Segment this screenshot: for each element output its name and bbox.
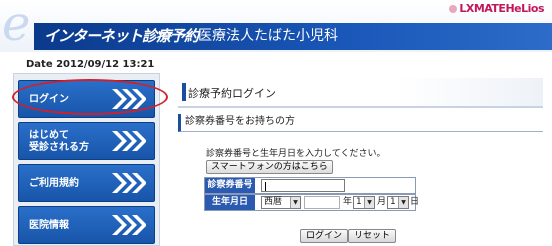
text-caret: [265, 182, 266, 191]
day-select[interactable]: 1 ▼: [387, 196, 409, 209]
day-select-value: 1: [390, 197, 396, 207]
reset-button[interactable]: リセット: [348, 229, 397, 243]
dropdown-arrow-icon: ▼: [398, 197, 408, 208]
dropdown-arrow-icon: ▼: [364, 197, 374, 208]
month-unit: 月: [377, 197, 387, 207]
sidebar-item-label: ログイン: [29, 94, 69, 105]
sidebar: Date 2012/09/12 13:21 ログイン はじめて 受診される方 ご…: [13, 53, 160, 246]
dob-row: 生年月日 西暦 ▼ 年 1 ▼ 月 1 ▼ 日: [204, 194, 420, 211]
header: e インターネット診療予約 医療法人たばた小児科 LXMATEHeLios: [0, 0, 552, 52]
brand-text: LXMATEHeLios: [459, 2, 544, 15]
dropdown-arrow-icon: ▼: [290, 197, 300, 208]
day-unit: 日: [410, 197, 420, 207]
page-title: 診療予約ログイン: [188, 87, 276, 100]
era-select-value: 西暦: [264, 197, 283, 207]
sidebar-item-label-line2: 受診される方: [29, 142, 89, 153]
sidebar-item-login[interactable]: ログイン: [18, 80, 155, 118]
card-number-label: 診察券番号: [205, 178, 255, 193]
sidebar-menu: ログイン はじめて 受診される方 ご利用規約 医院情報: [13, 73, 160, 246]
card-number-input[interactable]: [261, 179, 345, 192]
month-select[interactable]: 1 ▼: [353, 196, 375, 209]
sidebar-item-label: ご利用規約: [29, 178, 79, 189]
card-number-row: 診察券番号: [204, 177, 416, 194]
year-input[interactable]: [304, 196, 340, 209]
sidebar-item-clinic-info[interactable]: 医院情報: [18, 206, 155, 244]
triple-chevron-icon: [112, 173, 146, 193]
month-select-value: 1: [356, 197, 362, 207]
dob-label: 生年月日: [205, 195, 255, 210]
triple-chevron-icon: [112, 131, 146, 151]
sidebar-item-label: はじめて: [29, 130, 69, 141]
era-select[interactable]: 西暦 ▼: [261, 196, 301, 209]
brand-mark-icon: [449, 5, 458, 13]
page-title-bar: 診療予約ログイン: [178, 78, 543, 108]
year-unit: 年: [343, 197, 353, 207]
instruction-text: 診察券番号と生年月日を入力してください。: [206, 149, 386, 159]
sidebar-item-first-visit[interactable]: はじめて 受診される方: [18, 122, 155, 160]
smartphone-button[interactable]: スマートフォンの方はこちら: [206, 160, 333, 174]
triple-chevron-icon: [112, 89, 146, 109]
clinic-name: 医療法人たばた小児科: [198, 28, 338, 44]
triple-chevron-icon: [112, 215, 146, 235]
sidebar-item-label: 医院情報: [29, 220, 69, 231]
sidebar-item-terms[interactable]: ご利用規約: [18, 164, 155, 202]
service-title: インターネット診療予約: [44, 27, 199, 45]
section-title: 診察券番号をお持ちの方: [178, 114, 543, 132]
title-marker: [182, 83, 186, 101]
logo-e: e: [2, 0, 31, 52]
login-button[interactable]: ログイン: [300, 229, 349, 243]
brand-logo: LXMATEHeLios: [449, 2, 544, 15]
